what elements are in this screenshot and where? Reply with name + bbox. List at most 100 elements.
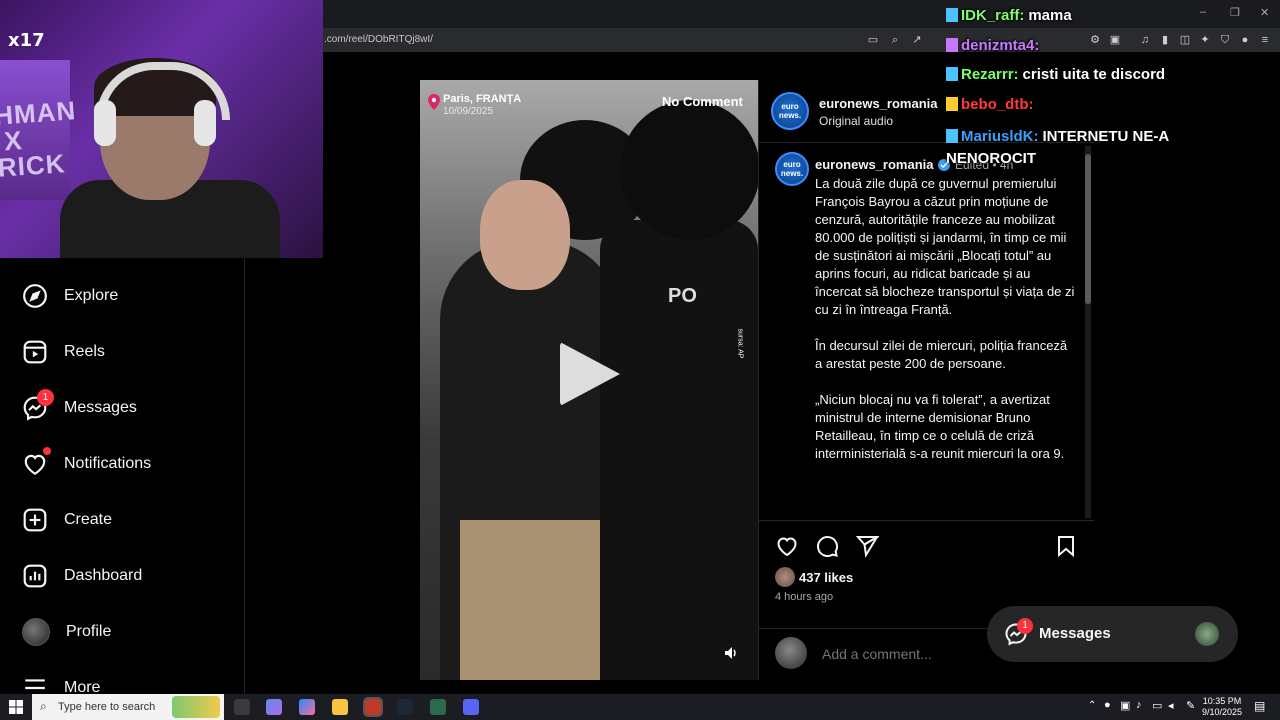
windows-start-icon[interactable] <box>9 700 23 714</box>
share-icon[interactable] <box>855 534 879 558</box>
chat-username: bebo_dtb: <box>961 96 1034 113</box>
video-watermark: No Comment <box>662 94 743 109</box>
wallet-icon[interactable]: ◫ <box>1178 33 1192 47</box>
plus-square-icon <box>23 508 47 532</box>
sidebar-item-profile[interactable]: Profile <box>22 617 111 647</box>
steam-icon[interactable] <box>397 699 413 715</box>
tray-app-icon[interactable]: ▣ <box>1120 699 1130 712</box>
chat-badge-icon <box>946 38 958 52</box>
floating-messages-button[interactable]: 1 Messages <box>987 606 1238 662</box>
screenshot-icon[interactable]: ▣ <box>1108 33 1122 47</box>
music-icon[interactable]: ♫ <box>1138 33 1152 47</box>
sidebar-item-label: Dashboard <box>64 567 143 584</box>
sidebar-item-reels[interactable]: Reels <box>22 337 105 367</box>
search-highlight-icon <box>172 696 220 718</box>
chat-username: denizmta4: <box>961 37 1040 54</box>
caption-paragraph: În decursul zilei de miercuri, poliția f… <box>815 338 1071 371</box>
speaker-icon[interactable]: ♪ <box>1136 699 1142 711</box>
audio-label[interactable]: Original audio <box>819 114 893 128</box>
sidebar-toggle-icon[interactable]: ▮ <box>1158 33 1172 47</box>
chat-badge-icon <box>946 67 958 81</box>
volume-icon[interactable] <box>723 645 739 661</box>
webcam-sign: HMAN X RICK <box>0 95 78 183</box>
search-icon: ⌕ <box>40 699 47 713</box>
chat-badge-icon <box>946 129 958 143</box>
volume-icon[interactable]: ◂ <box>1168 699 1174 712</box>
maximize-icon[interactable]: ❐ <box>1230 6 1240 19</box>
mic-icon[interactable]: ● <box>1104 699 1111 711</box>
reader-icon[interactable]: ▭ <box>866 33 880 47</box>
avatar <box>1195 622 1219 646</box>
file-explorer-icon[interactable] <box>332 699 348 715</box>
caption-avatar[interactable]: euro news. <box>775 152 809 186</box>
webcam-overlay: HMAN X RICK x17 <box>0 0 323 258</box>
likes-count[interactable]: 437 likes <box>799 570 853 585</box>
menu-icon[interactable]: ≡ <box>1258 33 1272 47</box>
caption-account-name[interactable]: euronews_romania <box>815 157 934 172</box>
sidebar-item-dashboard[interactable]: Dashboard <box>22 561 142 591</box>
video-police-text: PO <box>668 285 697 307</box>
task-view-icon[interactable] <box>234 699 250 715</box>
url-text[interactable]: .com/reel/DObRITQj8wI/ <box>324 34 433 45</box>
video-pants <box>460 520 600 680</box>
sidebar-item-messages[interactable]: 1 Messages <box>22 389 137 423</box>
discord-icon[interactable] <box>463 699 479 715</box>
instagram-sidebar: Explore Reels 1 Messages Notifications C… <box>0 258 245 697</box>
caption-paragraph: „Niciun blocaj nu va fi tolerat”, a aver… <box>815 392 1065 461</box>
taskbar-clock[interactable]: 10:35 PM 9/10/2025 <box>1202 696 1242 718</box>
sidebar-item-create[interactable]: Create <box>22 505 112 535</box>
post-panel: euro news. euronews_romania Original aud… <box>758 80 1094 680</box>
zoom-icon[interactable]: ⌕ <box>888 33 902 47</box>
browser-icon[interactable] <box>363 697 383 717</box>
play-icon[interactable] <box>560 342 620 406</box>
copilot-app-icon[interactable] <box>299 699 315 715</box>
close-icon[interactable]: ✕ <box>1260 6 1269 19</box>
avatar <box>22 618 50 646</box>
extensions-icon[interactable]: ⚙ <box>1088 33 1102 47</box>
caption-scrollbar[interactable] <box>1085 146 1091 518</box>
reel-video[interactable]: PO Paris, FRANȚA 10/09/2025 No Comment s… <box>420 80 758 680</box>
clock-date: 9/10/2025 <box>1202 707 1243 717</box>
profile-icon[interactable]: ● <box>1238 33 1252 47</box>
chat-message: bebo_dtb: <box>946 96 1038 113</box>
sidebar-item-label: Reels <box>64 343 105 360</box>
video-credit: sursa: AP <box>736 328 744 359</box>
share-icon[interactable]: ↗ <box>910 33 924 47</box>
messages-badge: 1 <box>1017 618 1033 634</box>
reels-icon <box>23 340 47 364</box>
sidebar-item-notifications[interactable]: Notifications <box>22 447 151 479</box>
copilot-icon[interactable] <box>266 699 282 715</box>
sidebar-item-explore[interactable]: Explore <box>22 281 118 311</box>
messages-badge: 1 <box>37 389 54 406</box>
chat-message: IDK_raff: mama <box>946 7 1072 24</box>
video-location: Paris, FRANȚA <box>443 93 522 105</box>
chat-message: denizmta4: <box>946 37 1043 54</box>
heart-icon <box>24 454 46 476</box>
account-avatar[interactable]: euro news. <box>771 92 809 130</box>
chat-username: MariusldK: <box>961 128 1039 145</box>
search-placeholder: Type here to search <box>58 701 156 713</box>
account-name[interactable]: euronews_romania <box>819 96 938 111</box>
chat-message: MariusldK: INTERNETU NE-A NENOROCIT <box>946 126 1186 170</box>
comment-icon[interactable] <box>815 534 839 558</box>
scrollbar-thumb[interactable] <box>1085 154 1091 304</box>
dashboard-icon <box>23 564 47 588</box>
video-date: 10/09/2025 <box>443 106 494 117</box>
liker-avatar <box>775 567 795 587</box>
xbox-icon[interactable] <box>430 699 446 715</box>
network-icon[interactable]: ▭ <box>1152 699 1162 712</box>
tray-chevron-icon[interactable]: ⌃ <box>1088 700 1096 711</box>
taskbar-search[interactable]: ⌕ Type here to search <box>32 694 224 720</box>
chat-badge-icon <box>946 8 958 22</box>
caption-text: La două zile după ce guvernul premierulu… <box>815 175 1077 481</box>
sidebar-item-label: Profile <box>66 623 112 640</box>
chat-message: Rezarrr: cristi uita te discord <box>946 66 1165 83</box>
bookmark-icon[interactable] <box>1054 534 1078 558</box>
minimize-icon[interactable]: – <box>1200 6 1206 18</box>
ai-icon[interactable]: ✦ <box>1198 33 1212 47</box>
like-icon[interactable] <box>775 534 799 558</box>
shield-icon[interactable]: ⛉ <box>1218 33 1232 47</box>
avatar <box>775 637 807 669</box>
notification-center-icon[interactable]: ▤ <box>1254 699 1265 713</box>
pen-icon[interactable]: ✎ <box>1186 699 1195 712</box>
